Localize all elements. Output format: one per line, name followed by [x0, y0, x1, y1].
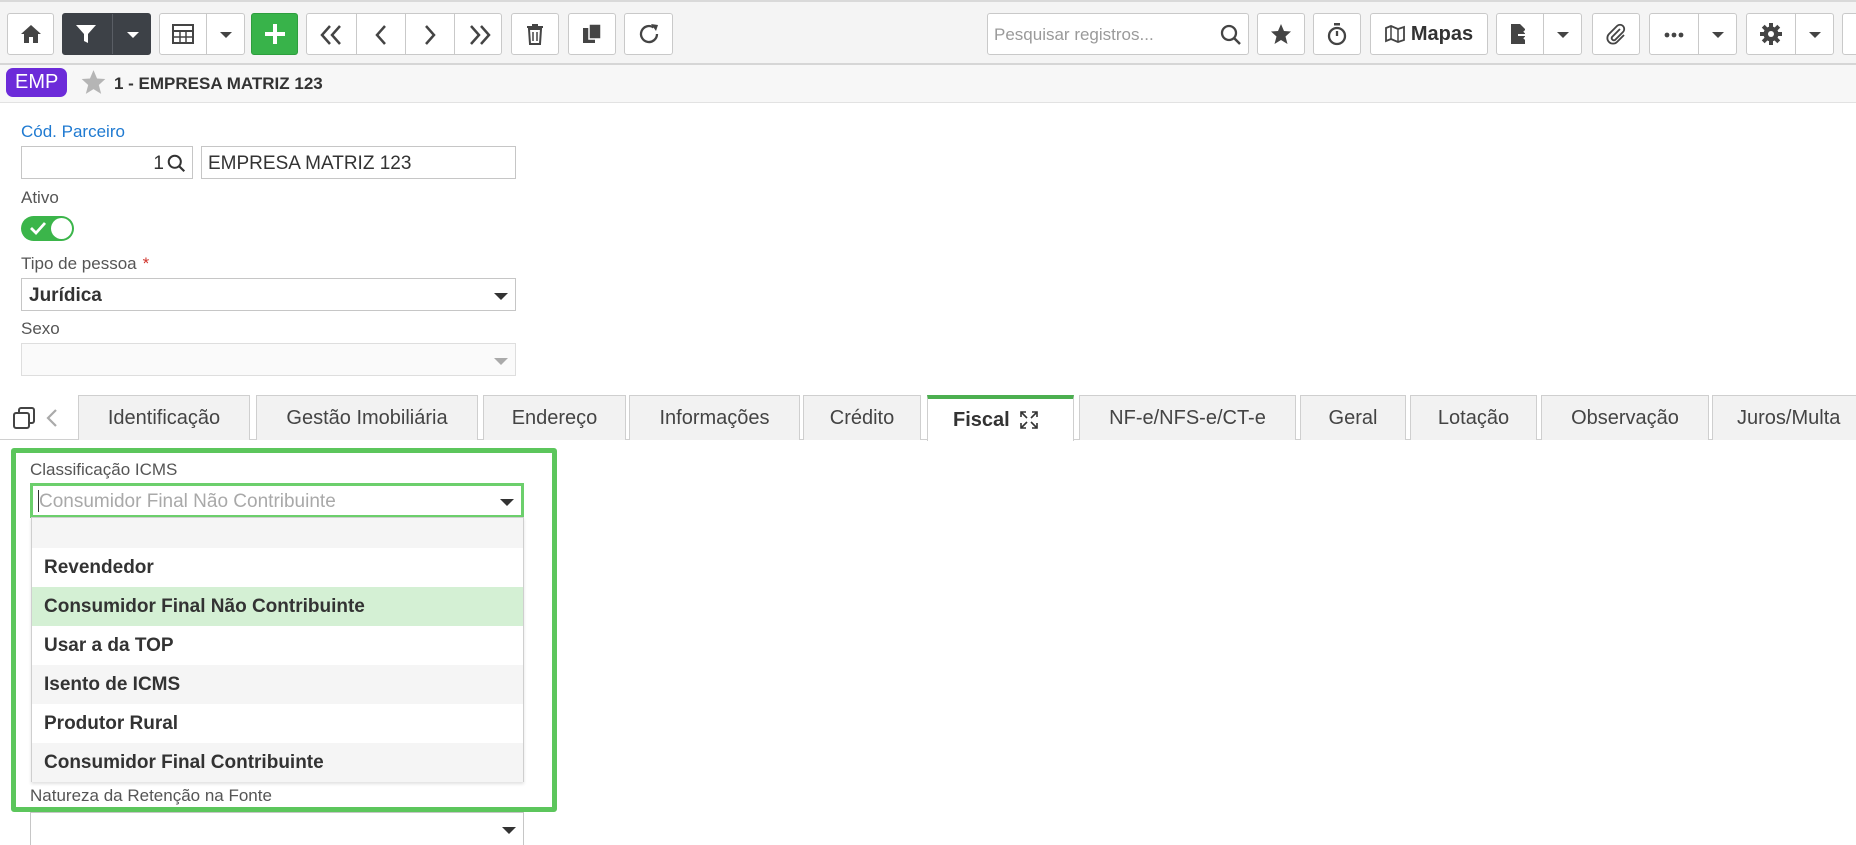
refresh-icon	[639, 24, 658, 44]
tab-juros-multa[interactable]: Juros/Multa	[1712, 395, 1856, 440]
gear-icon	[1760, 23, 1782, 45]
required-mark: *	[142, 254, 150, 273]
dropdown-option-blank[interactable]	[32, 518, 523, 548]
toolbar: Mapas	[0, 0, 1856, 65]
partner-code-value: 1	[153, 153, 164, 174]
more-actions-button[interactable]	[1649, 13, 1737, 55]
ellipsis-icon	[1664, 32, 1684, 38]
chevron-down-icon[interactable]	[500, 499, 514, 506]
plus-icon	[264, 24, 285, 44]
search-box	[987, 13, 1249, 55]
settings-button[interactable]	[1746, 13, 1834, 55]
trash-icon	[527, 24, 543, 45]
delete-button[interactable]	[511, 13, 559, 55]
filter-button[interactable]	[62, 13, 151, 55]
sex-select	[21, 343, 516, 376]
add-button[interactable]	[251, 13, 298, 55]
chevron-down-icon	[220, 32, 232, 38]
tab-observacao[interactable]: Observação	[1541, 395, 1709, 440]
person-type-value: Jurídica	[29, 285, 102, 306]
next-record-icon[interactable]	[423, 24, 437, 46]
active-toggle[interactable]	[21, 216, 74, 241]
dropdown-option-selected[interactable]: Consumidor Final Não Contribuinte	[32, 587, 523, 626]
dropdown-option[interactable]: Usar a da TOP	[32, 626, 523, 665]
retencao-label: Natureza da Retenção na Fonte	[30, 786, 272, 805]
retencao-select[interactable]	[30, 812, 524, 845]
icms-options-list: Revendedor Consumidor Final Não Contribu…	[31, 517, 524, 782]
favorites-button[interactable]	[1257, 13, 1305, 55]
icms-classification-placeholder: Consumidor Final Não Contribuinte	[39, 491, 336, 512]
attachment-button[interactable]	[1592, 13, 1640, 55]
tab-bar-controls	[12, 406, 58, 430]
record-title: 1 - EMPRESA MATRIZ 123	[114, 74, 323, 93]
star-icon	[1271, 24, 1291, 44]
grid-view-button[interactable]	[159, 13, 245, 55]
table-icon	[172, 24, 194, 44]
dropdown-option[interactable]: Isento de ICMS	[32, 665, 523, 704]
partner-code-field[interactable]: 1	[21, 146, 193, 179]
tab-identificacao[interactable]: Identificação	[78, 395, 250, 440]
scroll-tabs-left-icon[interactable]	[46, 408, 58, 428]
dropdown-option[interactable]: Produtor Rural	[32, 704, 523, 743]
toggle-knob	[51, 218, 72, 239]
chevron-down-icon	[502, 827, 516, 834]
toolbar-overflow-button[interactable]	[1842, 13, 1856, 55]
duplicate-button[interactable]	[568, 13, 616, 55]
partner-name-field[interactable]: EMPRESA MATRIZ 123	[201, 146, 516, 179]
partner-name-value: EMPRESA MATRIZ 123	[208, 153, 412, 174]
home-icon	[20, 25, 41, 43]
tab-gestao-imobiliaria[interactable]: Gestão Imobiliária	[256, 395, 478, 440]
tab-bar: Identificação Gestão Imobiliária Endereç…	[0, 392, 1856, 441]
person-type-label: Tipo de pessoa *	[21, 254, 149, 274]
expand-icon[interactable]	[1019, 411, 1038, 429]
map-icon	[1384, 25, 1405, 43]
home-button[interactable]	[7, 13, 54, 55]
breadcrumb: EMP 1 - EMPRESA MATRIZ 123	[0, 65, 1856, 103]
search-icon[interactable]	[1220, 24, 1242, 46]
tab-fiscal[interactable]: Fiscal	[927, 395, 1074, 441]
refresh-button[interactable]	[624, 13, 673, 55]
dropdown-option[interactable]: Revendedor	[32, 548, 523, 587]
dropdown-option[interactable]: Consumidor Final Contribuinte	[32, 743, 523, 782]
person-type-select[interactable]: Jurídica	[21, 278, 516, 311]
tab-informacoes[interactable]: Informações	[629, 395, 800, 440]
tab-credito[interactable]: Crédito	[803, 395, 921, 440]
navigation-group	[306, 13, 502, 55]
previous-record-icon[interactable]	[374, 24, 388, 46]
multi-window-icon[interactable]	[12, 406, 36, 430]
sex-label: Sexo	[21, 319, 60, 338]
tab-nfe[interactable]: NF-e/NFS-e/CT-e	[1079, 395, 1296, 440]
search-input[interactable]	[992, 22, 1216, 48]
filter-icon	[76, 25, 96, 43]
last-record-icon[interactable]	[468, 24, 492, 46]
active-label: Ativo	[21, 188, 59, 207]
favorite-star-icon[interactable]	[80, 69, 107, 95]
icms-classification-label: Classificação ICMS	[30, 460, 178, 479]
copy-icon	[583, 23, 602, 43]
chevron-down-icon	[1712, 32, 1724, 38]
maps-label: Mapas	[1410, 22, 1474, 45]
tab-lotacao[interactable]: Lotação	[1410, 395, 1537, 440]
tab-endereco[interactable]: Endereço	[483, 395, 626, 440]
file-export-icon	[1511, 24, 1529, 44]
chevron-down-icon	[494, 293, 508, 300]
icms-classification-input[interactable]: Consumidor Final Não Contribuinte	[30, 483, 524, 518]
chevron-down-icon	[1557, 32, 1569, 38]
first-record-icon[interactable]	[319, 24, 343, 46]
chevron-down-icon	[494, 358, 508, 365]
check-icon	[30, 222, 47, 236]
chevron-down-icon	[127, 32, 139, 38]
export-button[interactable]	[1496, 13, 1582, 55]
maps-button[interactable]: Mapas	[1370, 13, 1488, 55]
paperclip-icon	[1606, 23, 1626, 45]
partner-code-label[interactable]: Cód. Parceiro	[21, 122, 125, 142]
search-icon[interactable]	[167, 154, 186, 173]
entity-badge: EMP	[6, 68, 68, 97]
tab-fiscal-label: Fiscal	[953, 408, 1010, 431]
stopwatch-icon	[1327, 23, 1347, 46]
timer-button[interactable]	[1313, 13, 1361, 55]
chevron-down-icon	[1809, 32, 1821, 38]
person-type-label-text: Tipo de pessoa	[21, 254, 137, 273]
tab-geral[interactable]: Geral	[1300, 395, 1406, 440]
